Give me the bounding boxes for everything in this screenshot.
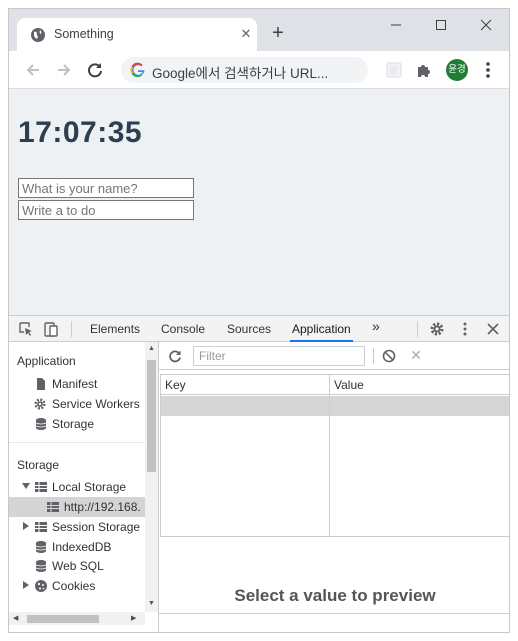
browser-toolbar: Google에서 검색하거나 URL... 윤경 <box>9 51 509 89</box>
sidebar-item-web-sql[interactable]: Web SQL <box>9 556 145 576</box>
gear-icon <box>34 398 46 410</box>
browser-tab[interactable]: Something ✕ <box>17 18 257 51</box>
tab-title: Something <box>54 27 114 41</box>
clear-all-icon[interactable] <box>381 348 397 364</box>
storage-table: Key Value <box>160 374 509 537</box>
storage-main-panel: ✕ Key Value Select a value to preview <box>159 342 509 632</box>
sidebar-item-label: Service Workers <box>52 397 140 411</box>
sidebar-item-cookies[interactable]: Cookies <box>9 576 145 596</box>
sidebar-item-indexeddb[interactable]: IndexedDB <box>9 537 145 557</box>
puzzle-icon[interactable] <box>413 59 435 81</box>
browser-menu-icon[interactable] <box>479 59 497 81</box>
storage-toolbar: ✕ <box>159 342 509 370</box>
devtools-toolbar: Elements Console Sources Application » <box>9 316 509 342</box>
devtools-panel: Elements Console Sources Application » A… <box>9 315 509 632</box>
maximize-icon[interactable] <box>426 13 456 37</box>
sidebar-section-application: Application <box>17 354 76 368</box>
scrollbar-thumb[interactable] <box>27 615 99 623</box>
sidebar-item-service-workers[interactable]: Service Workers <box>9 394 145 414</box>
close-window-icon[interactable] <box>471 13 501 37</box>
grid-icon <box>47 502 59 512</box>
extension-placeholder-icon[interactable] <box>383 59 405 81</box>
database-icon <box>35 541 47 553</box>
scrollbar-thumb[interactable] <box>147 360 156 472</box>
forward-icon[interactable] <box>53 59 75 81</box>
expanded-arrow-icon[interactable] <box>22 483 30 489</box>
devtools-menu-icon[interactable] <box>456 320 474 338</box>
minimize-icon[interactable] <box>381 13 411 37</box>
scroll-down-icon[interactable]: ▼ <box>148 600 155 607</box>
toolbar-separator <box>373 348 374 364</box>
grid-icon <box>35 482 47 492</box>
more-tabs-icon[interactable]: » <box>372 318 380 334</box>
tab-strip: Something ✕ + <box>9 9 509 51</box>
clock: 17:07:35 <box>18 116 143 149</box>
back-icon[interactable] <box>22 59 44 81</box>
cookie-icon <box>35 580 47 592</box>
sidebar-item-local-storage[interactable]: Local Storage <box>9 477 145 497</box>
delete-selected-icon[interactable]: ✕ <box>409 347 423 363</box>
sidebar-item-label: Cookies <box>52 579 96 593</box>
browser-window: Something ✕ + Google에서 검색하거나 URL... 윤경 1… <box>8 8 510 633</box>
sidebar-item-label: IndexedDB <box>52 540 112 554</box>
filter-input[interactable] <box>193 346 365 366</box>
device-toolbar-icon[interactable] <box>42 320 60 338</box>
devtools-separator <box>71 321 72 337</box>
new-tab-icon[interactable]: + <box>267 23 289 45</box>
column-header-key[interactable]: Key <box>161 375 329 395</box>
sidebar-item-label: Session Storage <box>52 520 141 534</box>
sidebar-item-session-storage[interactable]: Session Storage <box>9 517 145 537</box>
tab-console[interactable]: Console <box>159 316 207 342</box>
sidebar-item-storage[interactable]: Storage <box>9 414 145 434</box>
page-viewport: 17:07:35 <box>9 89 509 315</box>
sidebar-item-label: Storage <box>52 417 95 431</box>
profile-avatar[interactable]: 윤경 <box>446 59 468 81</box>
file-icon <box>37 378 45 390</box>
sidebar-horizontal-scrollbar[interactable]: ◀ ▶ <box>9 612 145 625</box>
sidebar-section-storage: Storage <box>17 458 60 472</box>
database-icon <box>35 418 47 430</box>
google-icon <box>130 62 145 78</box>
grid-icon <box>35 522 47 532</box>
column-divider <box>329 375 330 536</box>
reload-icon[interactable] <box>84 59 106 81</box>
address-bar[interactable]: Google에서 검색하거나 URL... <box>121 57 368 83</box>
tab-sources[interactable]: Sources <box>225 316 273 342</box>
name-input[interactable] <box>18 178 194 198</box>
sidebar-divider <box>9 442 145 443</box>
table-row[interactable] <box>161 396 509 416</box>
column-header-value[interactable]: Value <box>330 375 509 395</box>
panel-divider <box>159 613 509 614</box>
preview-placeholder: Select a value to preview <box>234 586 436 605</box>
todo-input[interactable] <box>18 200 194 220</box>
sidebar-item-label: Local Storage <box>52 480 127 494</box>
globe-icon <box>31 28 45 42</box>
tab-elements[interactable]: Elements <box>88 316 142 342</box>
sidebar-item-manifest[interactable]: Manifest <box>9 374 145 394</box>
tab-application[interactable]: Application <box>290 316 353 342</box>
collapsed-arrow-icon[interactable] <box>23 581 29 589</box>
application-sidebar: Application Manifest Service Workers Sto… <box>9 342 159 632</box>
address-bar-text: Google에서 검색하거나 URL... <box>152 66 329 81</box>
sidebar-item-label: Web SQL <box>52 559 104 573</box>
gear-icon[interactable] <box>428 320 446 338</box>
close-tab-icon[interactable]: ✕ <box>238 26 254 42</box>
scroll-right-icon[interactable]: ▶ <box>131 614 136 622</box>
sidebar-item-local-storage-origin[interactable]: http://192.168. <box>9 497 145 517</box>
database-icon <box>35 560 47 572</box>
refresh-icon[interactable] <box>167 348 183 364</box>
collapsed-arrow-icon[interactable] <box>23 522 29 530</box>
sidebar-vertical-scrollbar[interactable]: ▲ ▼ <box>145 342 158 612</box>
sidebar-item-label: Manifest <box>52 377 98 391</box>
inspect-element-icon[interactable] <box>17 320 35 338</box>
scroll-left-icon[interactable]: ◀ <box>13 614 18 622</box>
scroll-up-icon[interactable]: ▲ <box>148 345 155 352</box>
sidebar-item-label: http://192.168. <box>64 500 141 514</box>
devtools-separator <box>417 321 418 337</box>
close-devtools-icon[interactable] <box>484 320 502 338</box>
